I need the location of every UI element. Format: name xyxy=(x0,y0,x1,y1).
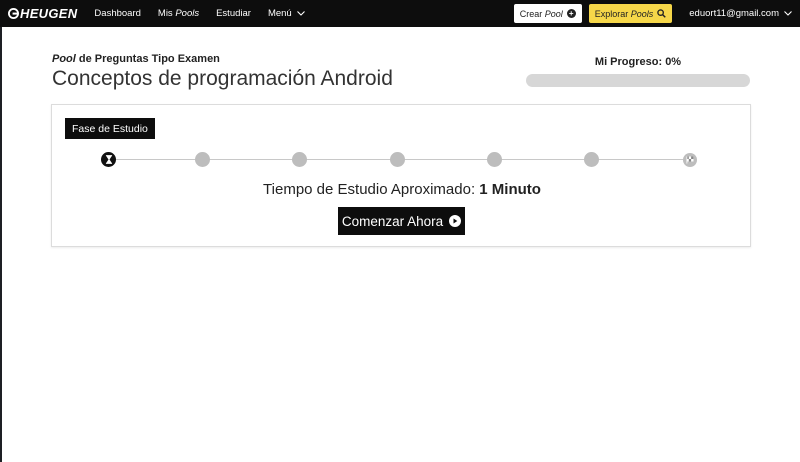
page-title: Conceptos de programación Android xyxy=(52,67,393,90)
nav-link-dashboard[interactable]: Dashboard xyxy=(94,8,140,19)
nav-menu-label: Menú xyxy=(267,8,292,19)
progress-label: Mi Progreso: 0% xyxy=(594,56,682,68)
study-time-prefix: Tiempo de Estudio Aproximado: xyxy=(263,181,480,198)
explorar-pools-button[interactable]: Explorar Pools xyxy=(588,4,673,23)
explorar-pools-italic: Pools xyxy=(630,8,654,19)
step-6 xyxy=(584,152,599,167)
pool-subtitle-italic: Pool xyxy=(52,53,76,65)
chevron-down-icon xyxy=(296,11,305,16)
step-3 xyxy=(292,152,307,167)
step-2 xyxy=(195,152,210,167)
search-icon xyxy=(657,9,667,18)
nav-link-mis-pools-italic: Pools xyxy=(175,8,200,19)
plus-circle-icon: + xyxy=(566,9,576,18)
page-left-edge xyxy=(0,27,2,462)
step-1-active xyxy=(101,152,116,167)
nav-menu-dropdown[interactable]: Menú xyxy=(268,8,305,19)
flag-checkered-icon xyxy=(686,156,694,164)
brand-logo-icon xyxy=(8,8,19,19)
nav-link-estudiar[interactable]: Estudiar xyxy=(216,8,251,19)
user-menu[interactable]: eduort11@gmail.com xyxy=(689,8,792,19)
nav-link-mis-pools-prefix: Mis xyxy=(157,8,176,19)
explorar-pools-label: Explorar Pools xyxy=(595,9,654,19)
nav-link-mis-pools[interactable]: Mis Pools xyxy=(158,8,199,19)
pool-subtitle: Pool de Preguntas Tipo Examen xyxy=(52,53,220,65)
play-circle-icon xyxy=(449,215,462,227)
start-now-label: Comenzar Ahora xyxy=(341,213,444,229)
explorar-pools-prefix: Explorar xyxy=(594,8,631,19)
study-time-text: Tiempo de Estudio Aproximado: 1 Minuto xyxy=(52,181,752,198)
crear-pool-button[interactable]: Crear Pool + xyxy=(513,4,582,23)
study-time-value: 1 Minuto xyxy=(479,181,541,198)
progress-bar xyxy=(526,74,750,87)
chevron-down-icon xyxy=(784,11,792,16)
crear-pool-label: Crear Pool xyxy=(520,9,563,19)
crear-pool-prefix: Crear xyxy=(519,8,545,19)
user-email: eduort11@gmail.com xyxy=(689,8,779,19)
phase-badge: Fase de Estudio xyxy=(65,118,155,139)
navbar-right: Crear Pool + Explorar Pools eduort11@gma… xyxy=(513,4,792,23)
top-navbar: HEUGEN Dashboard Mis Pools Estudiar Menú… xyxy=(0,0,800,27)
crear-pool-italic: Pool xyxy=(544,8,563,19)
pool-subtitle-rest: de Preguntas Tipo Examen xyxy=(75,53,220,65)
hourglass-icon xyxy=(105,155,112,164)
start-now-button[interactable]: Comenzar Ahora xyxy=(338,207,465,235)
step-4 xyxy=(390,152,405,167)
step-5 xyxy=(487,152,502,167)
brand-logo[interactable]: HEUGEN xyxy=(8,6,77,21)
step-finish xyxy=(683,153,697,167)
brand-name: HEUGEN xyxy=(20,6,78,21)
study-phase-card: Fase de Estudio Tiempo de Estudio Aproxi… xyxy=(51,104,751,247)
